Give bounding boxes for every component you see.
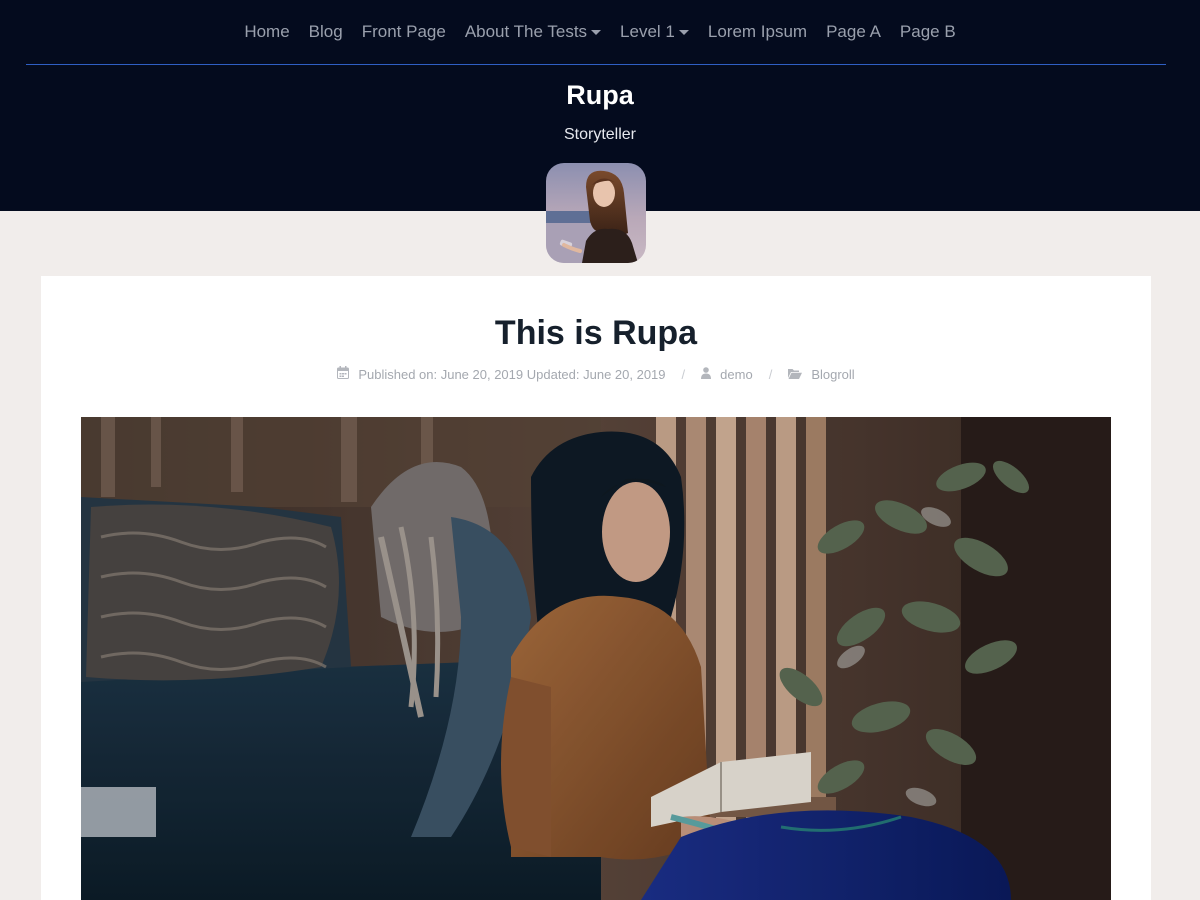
nav-item-label: Blog bbox=[308, 22, 343, 41]
caret-down-icon bbox=[678, 30, 689, 35]
nav-item-blog[interactable]: Blog bbox=[299, 22, 352, 42]
nav-item-lorem-ipsum[interactable]: Lorem Ipsum bbox=[698, 22, 816, 42]
category-link[interactable]: Blogroll bbox=[811, 367, 854, 382]
folder-open-icon bbox=[788, 367, 803, 382]
profile-photo-icon bbox=[546, 163, 646, 263]
nav-item-label: Home bbox=[244, 22, 290, 41]
post-dates: Published on: June 20, 2019 Updated: Jun… bbox=[358, 366, 666, 382]
post-title: This is Rupa bbox=[494, 314, 698, 352]
calendar-icon bbox=[337, 366, 350, 382]
nav-item-label: Page A bbox=[826, 22, 881, 41]
nav-item-label: Front Page bbox=[361, 22, 446, 41]
nav-item-page-a[interactable]: Page A bbox=[817, 22, 891, 42]
nav-item-level-1[interactable]: Level 1 bbox=[611, 22, 699, 42]
woman-reading-photo-icon bbox=[81, 417, 1111, 900]
nav-item-page-b[interactable]: Page B bbox=[890, 22, 965, 42]
nav-item-front-page[interactable]: Front Page bbox=[352, 22, 455, 42]
featured-image bbox=[81, 417, 1111, 900]
nav-item-label: Level 1 bbox=[620, 22, 675, 41]
caret-down-icon bbox=[591, 30, 602, 35]
site-tagline: Storyteller bbox=[563, 126, 637, 143]
nav-item-about-the-tests[interactable]: About The Tests bbox=[455, 22, 610, 42]
site-title[interactable]: Rupa bbox=[0, 80, 1200, 111]
post-card: This is Rupa Published on: June 20, 2019… bbox=[41, 276, 1151, 900]
post-meta: Published on: June 20, 2019 Updated: Jun… bbox=[41, 366, 1151, 382]
nav-divider bbox=[26, 64, 1166, 65]
nav-item-label: Page B bbox=[899, 22, 956, 41]
nav-item-label: Lorem Ipsum bbox=[707, 22, 808, 41]
user-icon bbox=[701, 366, 712, 382]
meta-separator: / bbox=[681, 366, 686, 382]
nav-item-home[interactable]: Home bbox=[235, 22, 299, 42]
primary-nav: Home Blog Front Page About The Tests Lev… bbox=[0, 0, 1200, 64]
nav-item-label: About The Tests bbox=[464, 22, 588, 41]
meta-separator: / bbox=[768, 366, 773, 382]
author-link[interactable]: demo bbox=[720, 367, 753, 382]
site-avatar bbox=[546, 163, 646, 263]
